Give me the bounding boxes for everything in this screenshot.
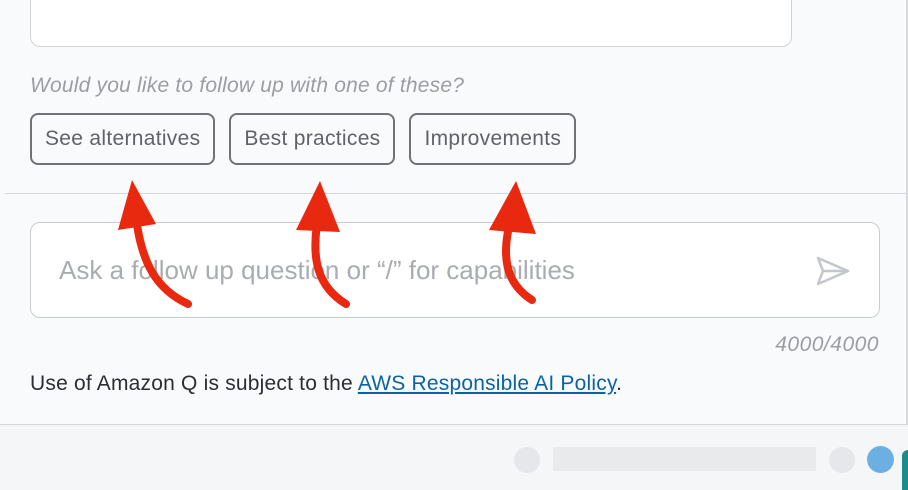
insert-code-icon[interactable] bbox=[739, 0, 761, 6]
character-counter: 4000/4000 bbox=[775, 333, 879, 356]
chip-best-practices[interactable]: Best practices bbox=[229, 113, 396, 165]
status-bar bbox=[0, 430, 908, 490]
chat-input[interactable] bbox=[57, 249, 791, 291]
loading-placeholder-dot bbox=[514, 447, 540, 473]
policy-notice: Use of Amazon Q is subject to the AWS Re… bbox=[30, 372, 622, 396]
followup-prompt: Would you like to follow up with one of … bbox=[30, 74, 465, 97]
status-indicator-dot bbox=[867, 446, 894, 473]
loading-placeholder-dot bbox=[829, 447, 855, 473]
loading-placeholder-bar bbox=[553, 447, 816, 471]
send-icon[interactable] bbox=[815, 253, 851, 289]
policy-link[interactable]: AWS Responsible AI Policy bbox=[358, 372, 616, 395]
followup-chips: See alternatives Best practices Improvem… bbox=[30, 113, 577, 165]
chat-panel: Would you like to follow up with one of … bbox=[0, 0, 908, 425]
previous-response-card bbox=[30, 0, 792, 47]
copy-icon[interactable] bbox=[689, 0, 711, 6]
policy-suffix: . bbox=[616, 372, 623, 395]
accent-corner bbox=[902, 450, 908, 490]
chip-improvements[interactable]: Improvements bbox=[409, 113, 577, 165]
divider bbox=[5, 193, 906, 194]
response-actions bbox=[689, 0, 761, 6]
policy-prefix: Use of Amazon Q is subject to the bbox=[30, 372, 358, 395]
chip-see-alternatives[interactable]: See alternatives bbox=[30, 113, 216, 165]
chat-input-box bbox=[30, 222, 880, 318]
